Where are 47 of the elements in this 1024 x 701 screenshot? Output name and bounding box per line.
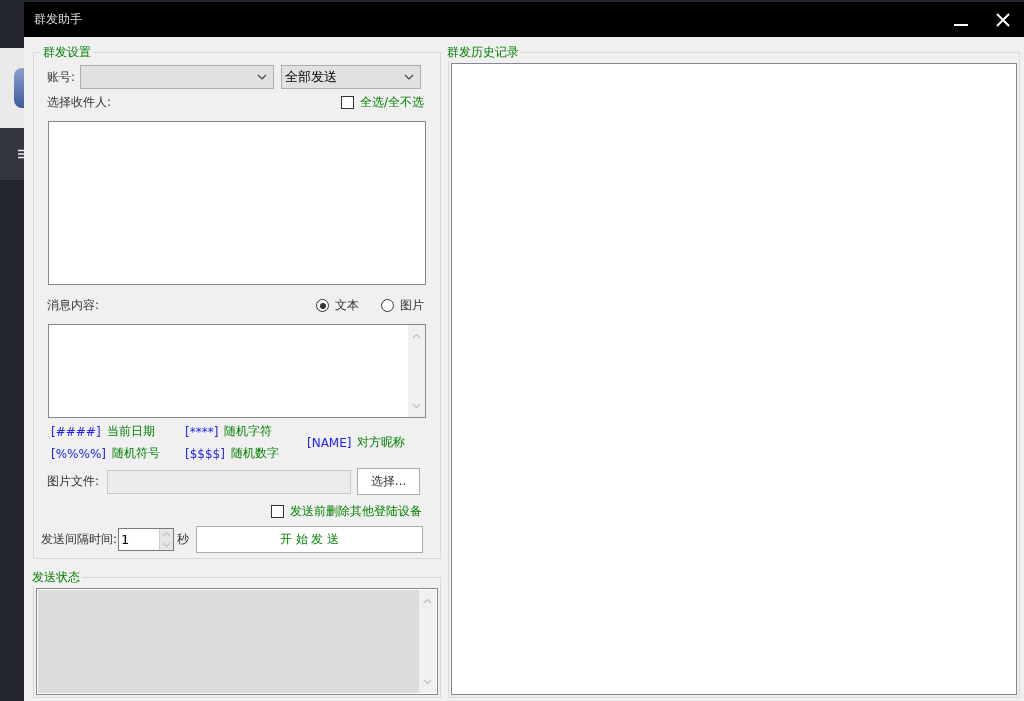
recipient-list[interactable] xyxy=(48,121,426,285)
token-meaning: 当前日期 xyxy=(106,423,155,440)
checkbox[interactable] xyxy=(340,96,354,109)
token-code: [NAME] xyxy=(307,435,352,450)
token-meaning: 随机数字 xyxy=(230,445,279,462)
token-meaning: 随机符号 xyxy=(112,445,160,462)
token-code: [%%%%] xyxy=(51,446,106,461)
radio-button[interactable] xyxy=(316,299,329,312)
choose-button[interactable]: 选择... xyxy=(357,468,421,495)
message-textarea[interactable] xyxy=(48,324,426,418)
image-file-label: 图片文件: xyxy=(47,473,100,490)
token-meaning: 随机字符 xyxy=(224,423,273,440)
token-code: [****] xyxy=(185,424,219,439)
select-all-label[interactable]: 全选/全不选 xyxy=(359,94,424,111)
group-title: 群发设置 xyxy=(42,44,92,61)
scroll-down-icon[interactable] xyxy=(423,679,432,685)
account-label: 账号: xyxy=(47,68,76,86)
interval-spinner[interactable]: 1 xyxy=(118,528,175,551)
radio-button[interactable] xyxy=(381,299,394,312)
window-title: 群发助手 xyxy=(34,11,83,28)
account-dropdown[interactable] xyxy=(80,65,275,89)
token-meaning: 对方昵称 xyxy=(357,434,406,451)
recipients-label: 选择收件人: xyxy=(47,94,112,111)
scroll-up-icon[interactable] xyxy=(412,333,421,339)
spin-up-icon[interactable] xyxy=(162,531,172,538)
group-title: 群发历史记录 xyxy=(446,44,520,61)
caret-icon xyxy=(404,74,415,80)
scroll-down-icon[interactable] xyxy=(412,403,421,409)
radio-label[interactable]: 文本 xyxy=(335,297,359,314)
start-button[interactable]: 开 始 发 送 xyxy=(196,526,424,553)
image-file-field[interactable] xyxy=(107,469,352,494)
checkbox[interactable] xyxy=(271,505,284,518)
message-label: 消息内容: xyxy=(47,297,100,314)
radio-label[interactable]: 图片 xyxy=(400,297,424,314)
close-icon[interactable] xyxy=(996,12,1010,27)
delete-devices-label[interactable]: 发送前删除其他登陆设备 xyxy=(290,503,422,520)
menu-icon[interactable] xyxy=(18,149,24,159)
spin-down-icon[interactable] xyxy=(162,541,172,548)
group-title: 发送状态 xyxy=(31,569,81,586)
token-code: [####] xyxy=(51,424,101,439)
caret-icon xyxy=(257,74,268,80)
mode-dropdown[interactable]: 全部发送 xyxy=(281,65,422,89)
scroll-up-icon[interactable] xyxy=(423,598,432,604)
interval-label: 发送间隔时间: xyxy=(41,531,118,548)
app-icon xyxy=(14,68,24,108)
unit-label: 秒 xyxy=(177,531,190,548)
token-code: [$$$$] xyxy=(185,446,225,461)
